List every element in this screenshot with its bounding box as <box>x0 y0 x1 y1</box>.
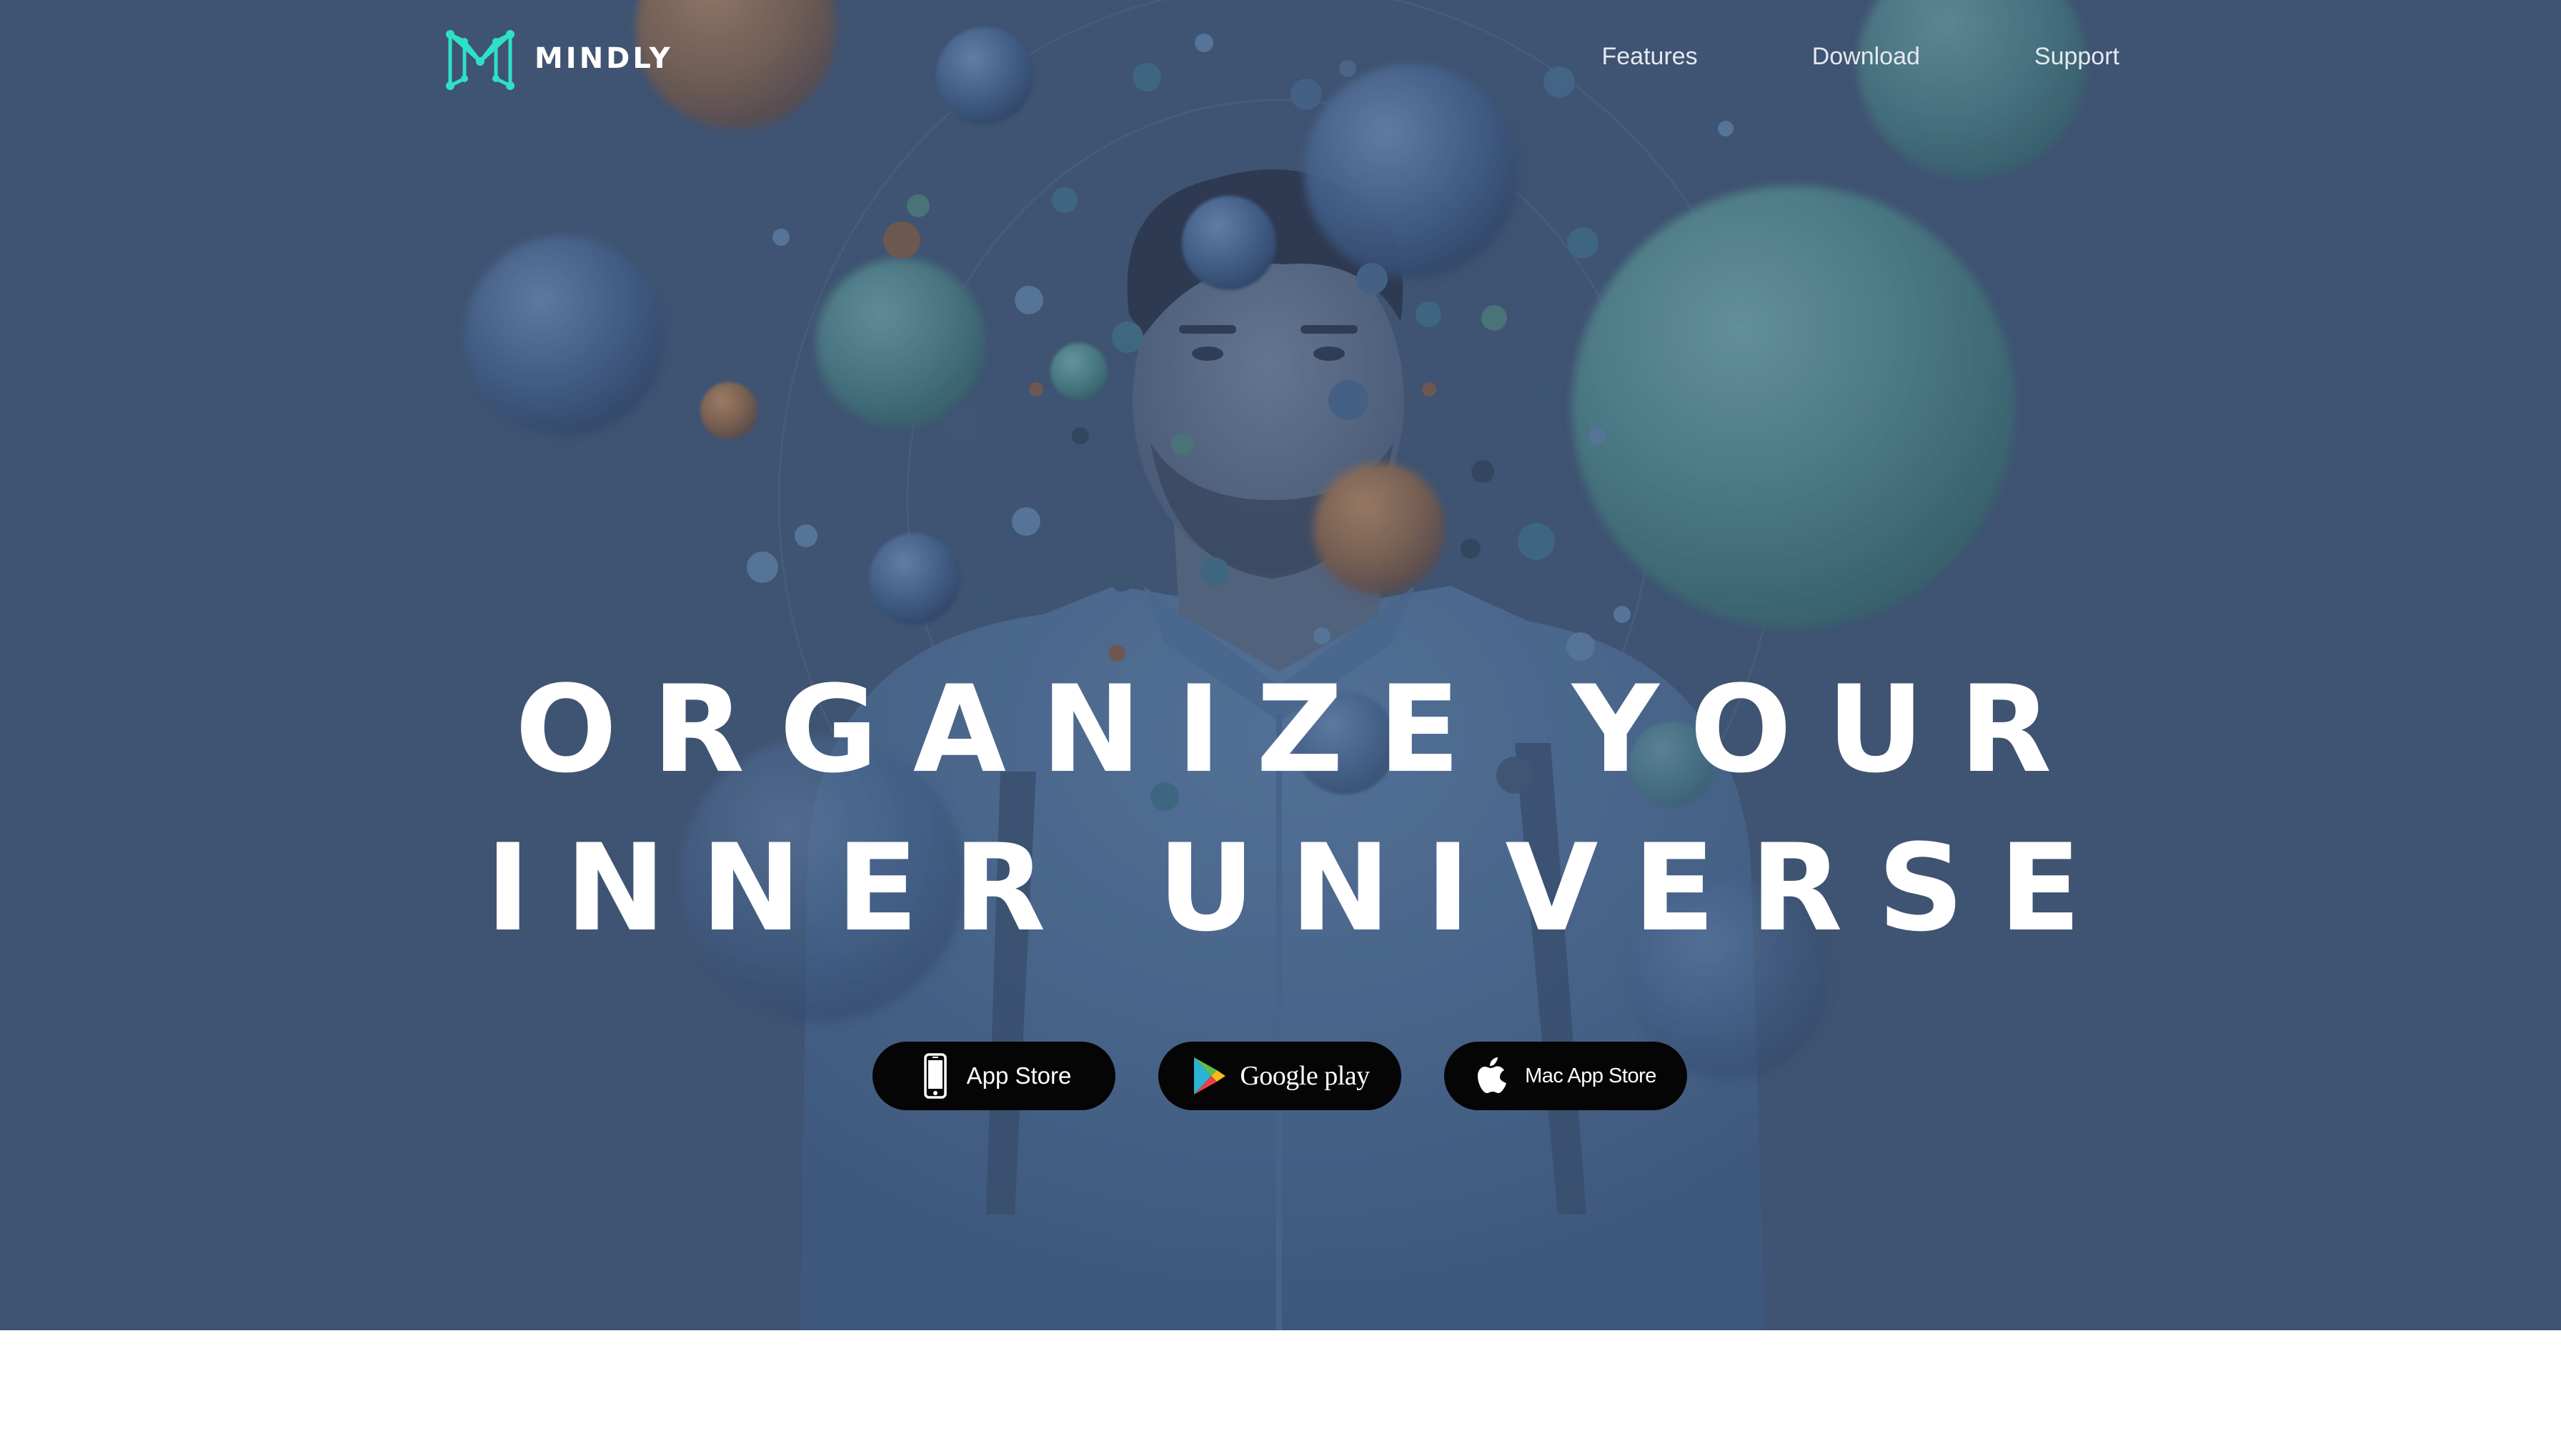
nav-links: Features Download Support <box>1488 43 2120 71</box>
google-play-button[interactable]: Google play <box>1158 1042 1401 1110</box>
app-store-button[interactable]: App Store <box>872 1042 1115 1110</box>
top-navigation: MINDLY Features Download Support <box>443 21 2119 93</box>
mac-app-store-button[interactable]: Mac App Store <box>1444 1042 1687 1110</box>
nav-link-download[interactable]: Download <box>1812 43 1920 71</box>
brand-name: MINDLY <box>534 42 673 75</box>
mac-app-store-label: Mac App Store <box>1525 1064 1656 1087</box>
nav-link-support[interactable]: Support <box>2034 43 2119 71</box>
headline-line-1: ORGANIZE YOUR <box>514 659 2087 799</box>
hero-headline: ORGANIZE YOUR INNER UNIVERSE <box>443 650 2124 967</box>
content-section-below-hero <box>0 1330 2561 1456</box>
google-play-label: Google play <box>1240 1061 1370 1091</box>
hero-section: MINDLY Features Download Support ORGANIZ… <box>0 0 2561 1330</box>
google-play-icon <box>1194 1057 1226 1095</box>
headline-line-2: INNER UNIVERSE <box>485 818 2117 958</box>
app-store-label: App Store <box>966 1062 1072 1089</box>
nav-link-features[interactable]: Features <box>1602 43 1698 71</box>
apple-icon <box>1478 1057 1507 1093</box>
download-buttons: App Store Google play Mac App Store <box>872 1042 1687 1110</box>
brand-logo[interactable]: MINDLY <box>443 24 673 93</box>
mindly-m-network-icon <box>446 30 514 90</box>
iphone-icon <box>923 1053 947 1099</box>
